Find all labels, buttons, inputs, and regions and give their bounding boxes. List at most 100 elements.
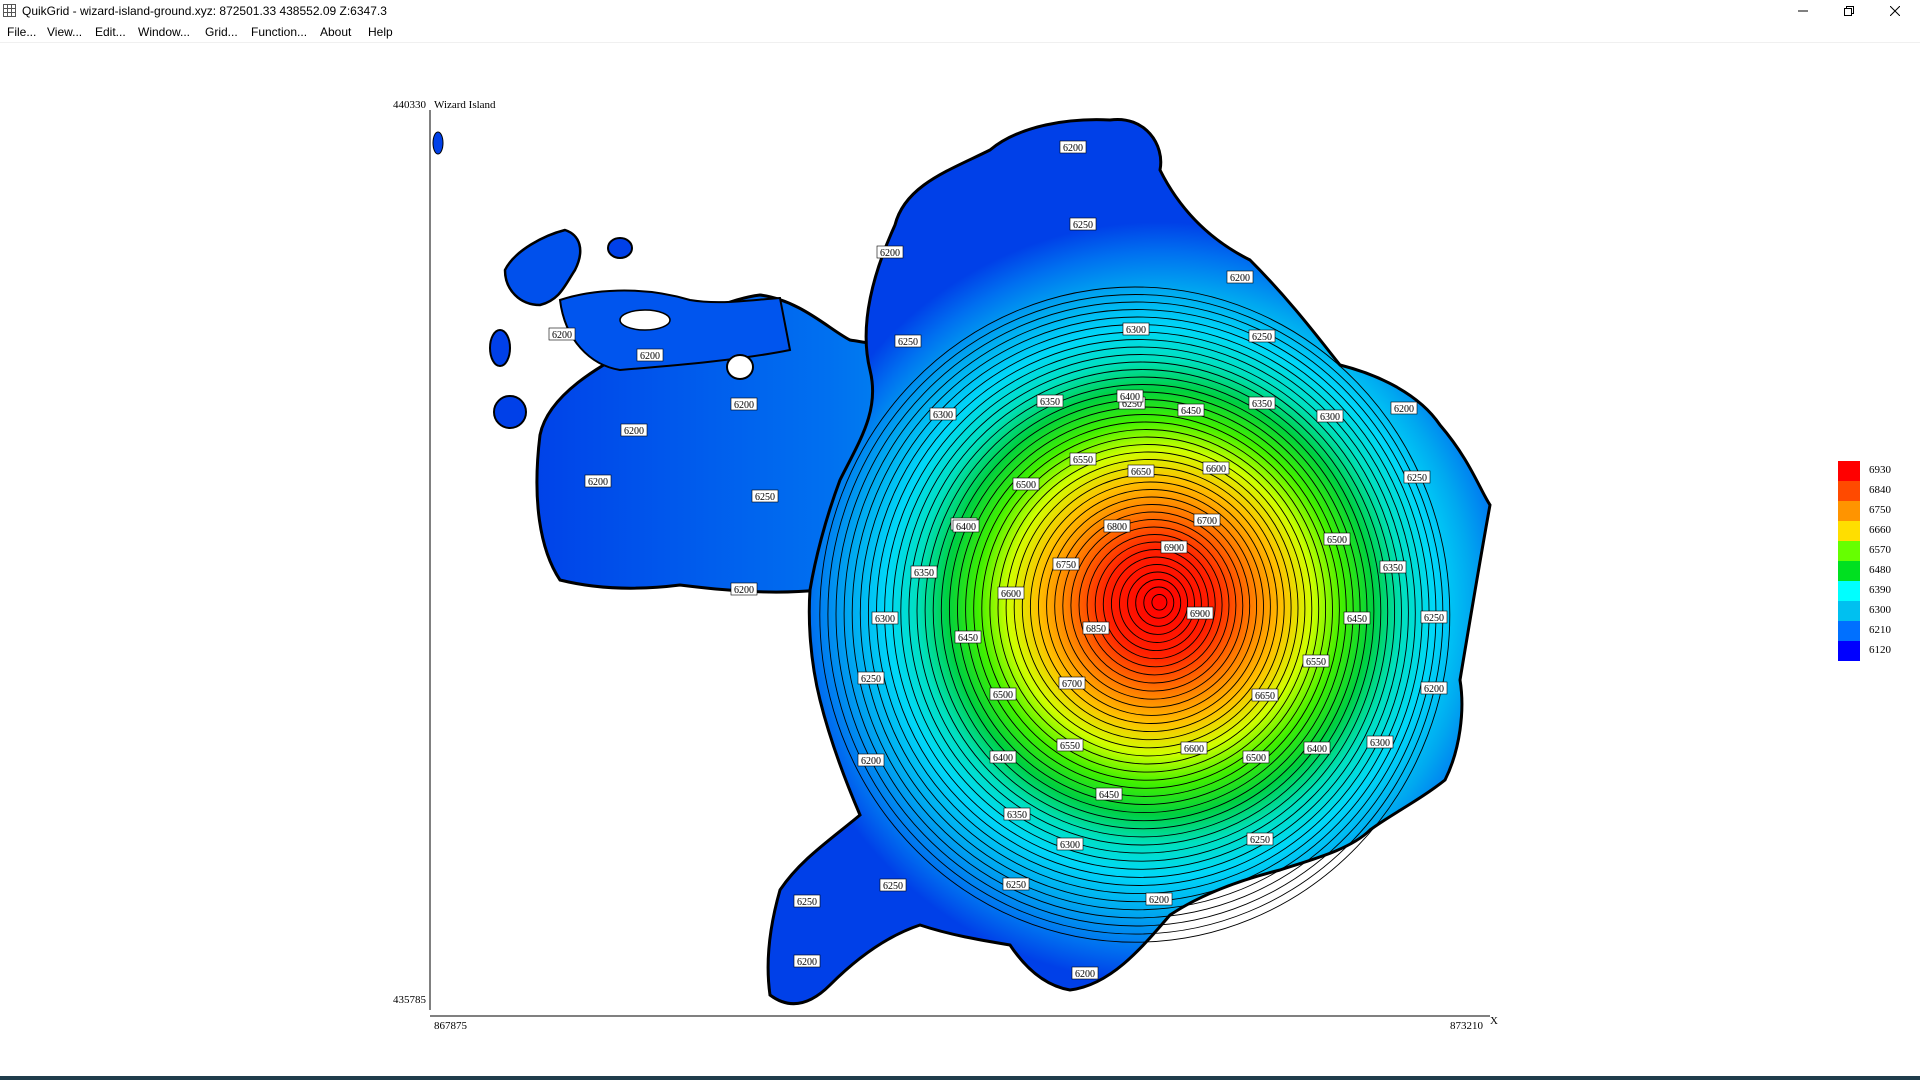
contour-label: 6200 (1226, 270, 1254, 284)
legend-label: 6930 (1869, 464, 1891, 476)
legend-entry: 6210 (1838, 621, 1898, 641)
contour-label: 6700 (1193, 513, 1221, 527)
contour-label-text: 6400 (993, 753, 1013, 764)
close-button[interactable] (1872, 0, 1918, 22)
contour-label: 6200 (1145, 892, 1173, 906)
contour-label: 6200 (1059, 140, 1087, 154)
menu-function[interactable]: Function... (251, 25, 307, 39)
menu-bar: File... View... Edit... Window... Grid..… (0, 22, 1920, 43)
contour-label-text: 6350 (1252, 399, 1272, 410)
contour-label: 6200 (1390, 401, 1418, 415)
contour-label-text: 6250 (1424, 613, 1444, 624)
contour-label: 6300 (1316, 409, 1344, 423)
minimize-button[interactable] (1780, 0, 1826, 22)
contour-label-text: 6300 (1060, 840, 1080, 851)
contour-label: 6250 (1002, 877, 1030, 891)
contour-label-text: 6250 (1407, 473, 1427, 484)
plot-canvas[interactable]: 6200 6250 6200 6200 6250 6300 6250 6200 6200 6200… (0, 43, 1920, 1076)
contour-label: 6450 (1343, 611, 1371, 625)
menu-about[interactable]: About (320, 25, 351, 39)
legend-entry: 6300 (1838, 601, 1898, 621)
contour-label-text: 6700 (1062, 679, 1082, 690)
x-axis-name: X (1490, 1015, 1498, 1027)
contour-label: 6300 (871, 611, 899, 625)
contour-label-text: 6200 (552, 330, 572, 341)
quikgrid-window: QuikGrid - wizard-island-ground.xyz: 872… (0, 0, 1920, 1080)
contour-label: 6500 (1242, 750, 1270, 764)
menu-file[interactable]: File... (7, 25, 36, 39)
contour-label-text: 6250 (1252, 332, 1272, 343)
contour-label-text: 6550 (1060, 741, 1080, 752)
contour-label-text: 6300 (1370, 738, 1390, 749)
contour-label-text: 6200 (734, 400, 754, 411)
contour-label-text: 6550 (1073, 455, 1093, 466)
menu-window[interactable]: Window... (138, 25, 190, 39)
contour-label: 6650 (1127, 464, 1155, 478)
lake-hole (726, 354, 754, 380)
legend-label: 6480 (1869, 564, 1891, 576)
legend-entry: 6480 (1838, 561, 1898, 581)
contour-label-text: 6200 (588, 477, 608, 488)
contour-label-text: 6200 (734, 585, 754, 596)
contour-label: 6200 (584, 474, 612, 488)
contour-label: 6450 (1095, 787, 1123, 801)
contour-label: 6250 (1069, 217, 1097, 231)
contour-label-text: 6500 (1016, 480, 1036, 491)
contour-map: 6200 6250 6200 6200 6250 6300 6250 6200 6200 6200… (429, 110, 1492, 1017)
restore-icon (1844, 6, 1854, 16)
contour-label: 6650 (1251, 688, 1279, 702)
legend-swatch (1838, 501, 1860, 521)
legend-entry: 6570 (1838, 541, 1898, 561)
contour-label-text: 6750 (1056, 560, 1076, 571)
legend-entry: 6120 (1838, 641, 1898, 661)
contour-label-text: 6200 (1424, 684, 1444, 695)
contour-label-text: 6250 (1250, 835, 1270, 846)
contour-label: 6200 (857, 753, 885, 767)
contour-label: 6350 (910, 565, 938, 579)
contour-label-text: 6600 (1206, 464, 1226, 475)
menu-grid[interactable]: Grid... (205, 25, 238, 39)
contour-label: 6250 (1403, 470, 1431, 484)
contour-label-text: 6900 (1164, 543, 1184, 554)
contour-label: 6250 (1246, 832, 1274, 846)
legend-label: 6840 (1869, 484, 1891, 496)
contour-label-text: 6350 (1383, 563, 1403, 574)
contour-label-text: 6450 (1181, 406, 1201, 417)
contour-label: 6200 (1420, 681, 1448, 695)
contour-label: 6500 (989, 687, 1017, 701)
contour-label-text: 6200 (640, 351, 660, 362)
window-title: QuikGrid - wizard-island-ground.xyz: 872… (22, 4, 387, 18)
legend-swatch (1838, 541, 1860, 561)
legend-swatch (1838, 641, 1860, 661)
contour-label: 6300 (929, 407, 957, 421)
window-bottom-border (0, 1076, 1920, 1080)
legend-swatch (1838, 521, 1860, 541)
contour-label-text: 6200 (797, 957, 817, 968)
islet-1 (607, 237, 633, 259)
contour-label-text: 6300 (1126, 325, 1146, 336)
contour-label-text: 6400 (1307, 744, 1327, 755)
contour-label: 6200 (876, 245, 904, 259)
menu-help[interactable]: Help (368, 25, 393, 39)
contour-label-text: 6350 (1007, 810, 1027, 821)
contour-label: 6250 (1248, 329, 1276, 343)
menu-view[interactable]: View... (47, 25, 82, 39)
plot-title: Wizard Island (434, 99, 496, 111)
contour-label: 6400 (1116, 389, 1144, 403)
contour-label: 6600 (1202, 461, 1230, 475)
contour-label-text: 6500 (1246, 753, 1266, 764)
title-bar[interactable]: QuikGrid - wizard-island-ground.xyz: 872… (0, 0, 1920, 22)
restore-button[interactable] (1826, 0, 1872, 22)
legend-entry: 6750 (1838, 501, 1898, 521)
contour-label-text: 6600 (1184, 744, 1204, 755)
menu-edit[interactable]: Edit... (95, 25, 126, 39)
contour-label-text: 6700 (1197, 516, 1217, 527)
contour-label: 6350 (1248, 396, 1276, 410)
legend-entry: 6930 (1838, 461, 1898, 481)
contour-label: 6200 (548, 327, 576, 341)
legend-entry: 6660 (1838, 521, 1898, 541)
contour-label-text: 6200 (880, 248, 900, 259)
contour-label: 6450 (1177, 403, 1205, 417)
contour-label-text: 6650 (1255, 691, 1275, 702)
close-icon (1890, 6, 1900, 16)
